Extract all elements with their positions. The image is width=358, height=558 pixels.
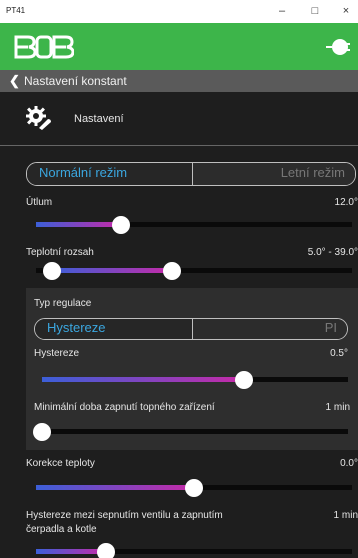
hystereze-ventil-label-line1: Hystereze mezi sepnutím ventilu a zapnut…: [26, 510, 223, 521]
window-titlebar: PT41 – □ ×: [0, 0, 358, 23]
hystereze-slider-thumb[interactable]: [234, 371, 253, 389]
nav-title: Nastavení konstant: [24, 74, 127, 88]
regulation-toggle[interactable]: Hystereze PI: [34, 318, 348, 340]
plug-icon[interactable]: [326, 35, 350, 59]
settings-header: Nastavení: [0, 92, 358, 146]
back-icon[interactable]: ❮: [9, 73, 20, 89]
min-doba-value: 1 min: [325, 402, 350, 413]
close-button[interactable]: ×: [336, 2, 356, 20]
maximize-button[interactable]: □: [305, 2, 325, 20]
hystereze-ventil-label-line2: čerpadla a kotle: [26, 524, 97, 535]
utlum-slider-thumb[interactable]: [112, 216, 131, 234]
utlum-slider-fill: [36, 222, 122, 227]
hystereze-label: Hystereze: [34, 348, 80, 359]
korekce-label: Korekce teploty: [26, 458, 95, 469]
min-doba-label: Minimální doba zapnutí topného zařízení: [34, 402, 215, 413]
logo: [14, 35, 74, 59]
regulation-pi-option[interactable]: PI: [191, 319, 347, 339]
utlum-label: Útlum: [26, 197, 53, 208]
minimize-button[interactable]: –: [272, 2, 292, 20]
mode-summer-option[interactable]: Letní režim: [191, 163, 355, 185]
regulation-group: [26, 288, 358, 450]
rozsah-value: 5.0° - 39.0°: [307, 247, 358, 258]
min-doba-slider-thumb[interactable]: [33, 423, 51, 441]
hystereze-ventil-slider-fill: [36, 549, 106, 554]
section-title: Nastavení: [74, 113, 124, 125]
hystereze-slider-fill: [42, 377, 244, 382]
gear-wrench-icon: [26, 106, 51, 130]
rozsah-label: Teplotní rozsah: [26, 247, 94, 258]
rozsah-slider-high-thumb[interactable]: [162, 262, 181, 280]
typ-label: Typ regulace: [34, 298, 92, 309]
utlum-value: 12.0°: [334, 197, 358, 208]
korekce-slider-fill: [36, 485, 194, 490]
mode-toggle[interactable]: Normální režim Letní režim: [26, 162, 356, 186]
nav-bar: ❮ Nastavení konstant: [0, 70, 358, 92]
korekce-slider-thumb[interactable]: [185, 479, 203, 497]
hystereze-ventil-value: 1 min: [333, 510, 358, 521]
hystereze-value: 0.5°: [330, 348, 348, 359]
korekce-value: 0.0°: [340, 458, 358, 469]
rozsah-slider-low-thumb[interactable]: [42, 262, 61, 280]
rozsah-slider-fill: [51, 268, 172, 273]
mode-normal-option[interactable]: Normální režim: [27, 163, 192, 185]
hystereze-ventil-slider-thumb[interactable]: [96, 543, 115, 558]
window-title: PT41: [6, 6, 26, 15]
regulation-hystereze-option[interactable]: Hystereze: [35, 319, 192, 339]
app-header: [0, 23, 358, 70]
min-doba-slider-track[interactable]: [42, 429, 348, 434]
